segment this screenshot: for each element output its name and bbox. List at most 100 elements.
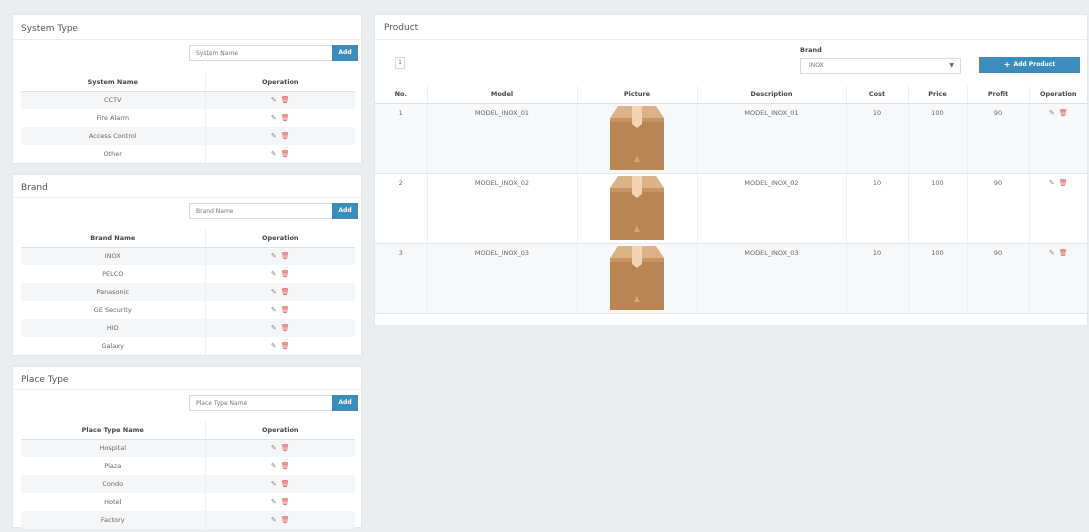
edit-icon[interactable]: ✎ bbox=[271, 463, 277, 470]
table-row: Plaza ✎ 🗑 bbox=[21, 457, 355, 475]
edit-icon[interactable]: ✎ bbox=[271, 325, 277, 332]
product-model: MODEL_INOX_02 bbox=[427, 173, 578, 244]
table-row: Hospital ✎ 🗑 bbox=[21, 439, 355, 457]
table-row: HID ✎ 🗑 bbox=[21, 319, 355, 337]
caret-down-icon: ▼ bbox=[949, 62, 954, 69]
product-model: MODEL_INOX_03 bbox=[427, 243, 578, 314]
edit-icon[interactable]: ✎ bbox=[271, 481, 277, 488]
system-name-input[interactable] bbox=[189, 45, 332, 61]
trash-icon[interactable]: 🗑 bbox=[281, 115, 290, 122]
product-profit: 90 bbox=[967, 243, 1030, 314]
col-header-operation: Operation bbox=[1029, 86, 1087, 104]
table-row: Condo ✎ 🗑 bbox=[21, 475, 355, 493]
pagination-page-1[interactable]: 1 bbox=[395, 57, 405, 69]
place-add-button[interactable]: Add bbox=[332, 395, 358, 411]
trash-icon[interactable]: 🗑 bbox=[1059, 109, 1068, 117]
product-cost: 10 bbox=[846, 173, 909, 244]
edit-icon[interactable]: ✎ bbox=[271, 445, 277, 452]
trash-icon[interactable]: 🗑 bbox=[281, 151, 290, 158]
product-box-image bbox=[610, 175, 664, 240]
edit-icon[interactable]: ✎ bbox=[271, 343, 277, 350]
trash-icon[interactable]: 🗑 bbox=[281, 325, 290, 332]
edit-icon[interactable]: ✎ bbox=[271, 115, 277, 122]
trash-icon[interactable]: 🗑 bbox=[1059, 249, 1068, 257]
col-header-system-name: System Name bbox=[21, 73, 206, 92]
product-cost: 10 bbox=[846, 103, 909, 174]
system-type-panel: System Type Add System Name Operation CC… bbox=[12, 14, 362, 164]
place-type-name-input[interactable] bbox=[189, 395, 332, 411]
edit-icon[interactable]: ✎ bbox=[271, 97, 277, 104]
add-product-label: Add Product bbox=[1013, 61, 1056, 68]
place-type-name-cell: Hotel bbox=[21, 493, 206, 511]
brand-title: Brand bbox=[21, 183, 48, 193]
brand-name-input[interactable] bbox=[189, 203, 332, 219]
brand-panel: Brand Add Brand Name Operation INOX ✎ 🗑 P… bbox=[12, 174, 362, 356]
trash-icon[interactable]: 🗑 bbox=[281, 463, 290, 470]
edit-icon[interactable]: ✎ bbox=[271, 151, 277, 158]
trash-icon[interactable]: 🗑 bbox=[281, 481, 290, 488]
trash-icon[interactable]: 🗑 bbox=[281, 445, 290, 452]
edit-icon[interactable]: ✎ bbox=[271, 133, 277, 140]
edit-icon[interactable]: ✎ bbox=[271, 271, 277, 278]
divider bbox=[13, 197, 361, 198]
system-name-cell: CCTV bbox=[21, 91, 206, 109]
trash-icon[interactable]: 🗑 bbox=[281, 271, 290, 278]
trash-icon[interactable]: 🗑 bbox=[281, 343, 290, 350]
trash-icon[interactable]: 🗑 bbox=[281, 289, 290, 296]
place-type-name-cell: Condo bbox=[21, 475, 206, 493]
brand-name-cell: INOX bbox=[21, 247, 206, 265]
col-header-operation: Operation bbox=[205, 73, 355, 92]
col-header-brand-name: Brand Name bbox=[21, 229, 206, 248]
product-price: 100 bbox=[908, 243, 968, 314]
table-row: GE Security ✎ 🗑 bbox=[21, 301, 355, 319]
product-model: MODEL_INOX_01 bbox=[427, 103, 578, 174]
trash-icon[interactable]: 🗑 bbox=[281, 499, 290, 506]
divider bbox=[375, 39, 1087, 40]
product-box-image bbox=[610, 245, 664, 310]
place-type-panel: Place Type Add Place Type Name Operation… bbox=[12, 366, 362, 529]
add-product-button[interactable]: + Add Product bbox=[979, 57, 1080, 73]
col-header-model: Model bbox=[427, 86, 578, 104]
trash-icon[interactable]: 🗑 bbox=[281, 133, 290, 140]
table-row: 3 MODEL_INOX_03 MODEL_INOX_03 10 100 90 … bbox=[375, 243, 1087, 314]
product-box-image bbox=[610, 105, 664, 170]
trash-icon[interactable]: 🗑 bbox=[281, 517, 290, 524]
table-row: Factory ✎ 🗑 bbox=[21, 511, 355, 529]
edit-icon[interactable]: ✎ bbox=[271, 517, 277, 524]
edit-icon[interactable]: ✎ bbox=[271, 307, 277, 314]
place-type-name-cell: Hospital bbox=[21, 439, 206, 457]
brand-filter-label: Brand bbox=[800, 46, 822, 54]
brand-filter-select[interactable]: INOX ▼ bbox=[800, 58, 961, 74]
edit-icon[interactable]: ✎ bbox=[271, 289, 277, 296]
place-type-name-cell: Plaza bbox=[21, 457, 206, 475]
col-header-price: Price bbox=[908, 86, 968, 104]
table-row: 1 MODEL_INOX_01 MODEL_INOX_01 10 100 90 … bbox=[375, 103, 1087, 174]
trash-icon[interactable]: 🗑 bbox=[281, 307, 290, 314]
product-price: 100 bbox=[908, 173, 968, 244]
product-cost: 10 bbox=[846, 243, 909, 314]
trash-icon[interactable]: 🗑 bbox=[281, 253, 290, 260]
edit-icon[interactable]: ✎ bbox=[271, 253, 277, 260]
brand-add-button[interactable]: Add bbox=[332, 203, 358, 219]
system-add-button[interactable]: Add bbox=[332, 45, 358, 61]
table-row: Hotel ✎ 🗑 bbox=[21, 493, 355, 511]
edit-icon[interactable]: ✎ bbox=[1049, 109, 1055, 117]
divider bbox=[13, 389, 361, 390]
table-row: Galaxy ✎ 🗑 bbox=[21, 337, 355, 355]
trash-icon[interactable]: 🗑 bbox=[281, 97, 290, 104]
col-header-cost: Cost bbox=[846, 86, 909, 104]
edit-icon[interactable]: ✎ bbox=[271, 499, 277, 506]
system-name-cell: Access Control bbox=[21, 127, 206, 145]
table-row: PELCO ✎ 🗑 bbox=[21, 265, 355, 283]
table-row: INOX ✎ 🗑 bbox=[21, 247, 355, 265]
col-header-description: Description bbox=[697, 86, 847, 104]
place-add-row: Add bbox=[189, 395, 358, 411]
trash-icon[interactable]: 🗑 bbox=[1059, 179, 1068, 187]
edit-icon[interactable]: ✎ bbox=[1049, 249, 1055, 257]
system-type-title: System Type bbox=[21, 24, 79, 34]
product-profit: 90 bbox=[967, 173, 1030, 244]
table-row: Other ✎ 🗑 bbox=[21, 145, 355, 163]
edit-icon[interactable]: ✎ bbox=[1049, 179, 1055, 187]
col-header-place-type-name: Place Type Name bbox=[21, 421, 206, 440]
product-panel: Product 1 Brand INOX ▼ + Add Product No.… bbox=[374, 14, 1088, 326]
